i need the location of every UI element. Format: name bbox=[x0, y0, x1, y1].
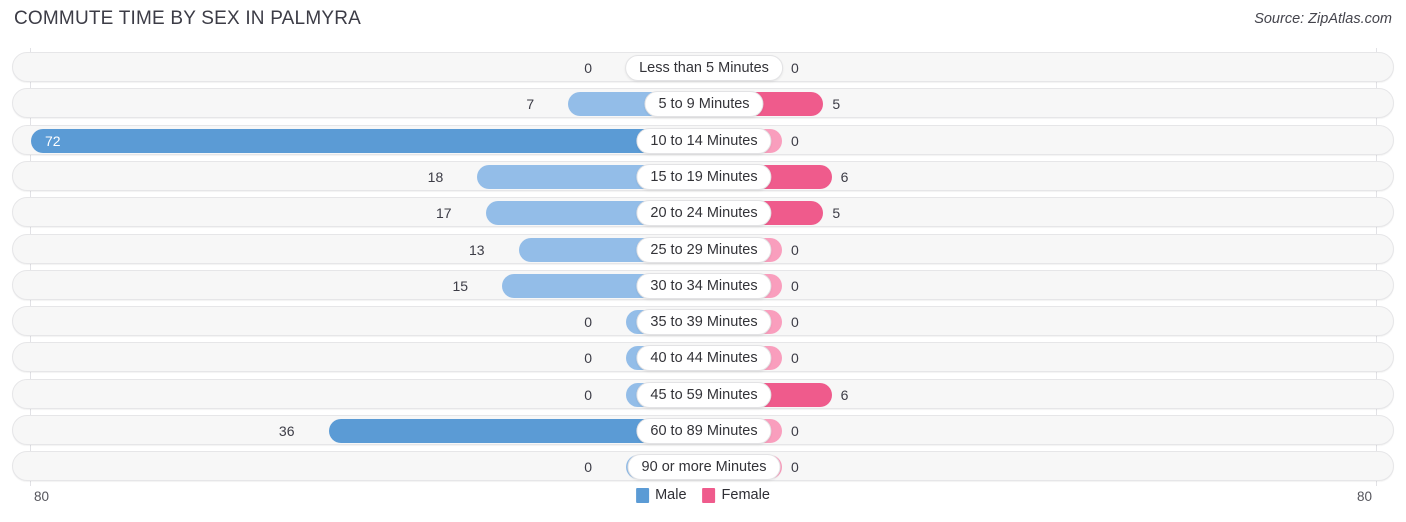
legend-swatch-icon bbox=[636, 487, 650, 503]
chart-row: 0 0 40 to 44 Minutes bbox=[12, 342, 1394, 373]
value-label-male: 0 bbox=[584, 60, 592, 76]
axis-label-right: 80 bbox=[1356, 489, 1372, 504]
source-attribution: Source: ZipAtlas.com bbox=[1254, 11, 1392, 27]
value-label-female: 0 bbox=[791, 423, 799, 439]
value-label-female: 0 bbox=[791, 314, 799, 331]
category-label: 60 to 89 Minutes bbox=[636, 418, 772, 444]
value-label-male: 13 bbox=[469, 241, 485, 258]
value-label-female: 0 bbox=[791, 459, 799, 476]
value-label-male: 0 bbox=[584, 314, 592, 331]
chart-row: 0 0 35 to 39 Minutes bbox=[12, 306, 1394, 337]
category-label: 90 or more Minutes bbox=[627, 454, 781, 481]
chart-row: 13 0 25 to 29 Minutes bbox=[12, 233, 1394, 264]
chart-row: 18 6 15 to 19 Minutes bbox=[12, 160, 1394, 191]
value-label-male: 0 bbox=[584, 459, 592, 476]
category-label: 40 to 44 Minutes bbox=[636, 345, 772, 372]
chart-row: 0 0 90 or more Minutes bbox=[12, 451, 1394, 482]
category-label: 15 to 19 Minutes bbox=[636, 163, 772, 190]
value-label-male: 15 bbox=[452, 277, 469, 294]
category-label: 5 to 9 Minutes bbox=[644, 91, 764, 118]
category-label: Less than 5 Minutes bbox=[625, 55, 783, 81]
value-label-male: 0 bbox=[584, 350, 592, 367]
chart-row: 72 0 10 to 14 Minutes bbox=[12, 124, 1394, 155]
category-label: 35 to 39 Minutes bbox=[636, 309, 772, 336]
value-label-male: 36 bbox=[278, 423, 295, 439]
legend-swatch-icon bbox=[702, 487, 716, 503]
chart-legend: Male Female bbox=[636, 487, 770, 503]
chart-row: 15 0 30 to 34 Minutes bbox=[12, 269, 1394, 300]
value-label-female: 5 bbox=[832, 96, 841, 113]
legend-label: Male bbox=[655, 487, 687, 503]
value-label-male: 72 bbox=[45, 132, 61, 149]
value-label-female: 6 bbox=[840, 168, 849, 185]
value-label-male: 18 bbox=[427, 168, 444, 185]
legend-label: Female bbox=[721, 487, 770, 503]
category-label: 10 to 14 Minutes bbox=[636, 127, 772, 154]
value-label-female: 0 bbox=[791, 60, 799, 76]
value-label-male: 7 bbox=[526, 96, 535, 113]
legend-item-female[interactable]: Female bbox=[702, 487, 770, 503]
chart-row: 7 5 5 to 9 Minutes bbox=[12, 88, 1394, 119]
page-title: COMMUTE TIME BY SEX IN PALMYRA bbox=[14, 8, 362, 29]
value-label-female: 6 bbox=[840, 386, 849, 403]
legend-item-male[interactable]: Male bbox=[636, 487, 687, 503]
value-label-female: 0 bbox=[791, 277, 799, 294]
value-label-male: 0 bbox=[584, 386, 592, 403]
category-label: 45 to 59 Minutes bbox=[636, 381, 772, 408]
chart-row: 0 6 45 to 59 Minutes bbox=[12, 378, 1394, 409]
value-label-female: 5 bbox=[832, 205, 841, 222]
category-label: 20 to 24 Minutes bbox=[636, 200, 772, 227]
chart-row: 0 0 Less than 5 Minutes bbox=[12, 52, 1394, 82]
bar-male bbox=[31, 128, 704, 153]
chart-row: 17 5 20 to 24 Minutes bbox=[12, 197, 1394, 228]
chart-row: 36 0 60 to 89 Minutes bbox=[12, 415, 1394, 445]
value-label-female: 0 bbox=[791, 241, 799, 258]
axis-label-left: 80 bbox=[34, 489, 50, 504]
plot-area: 0 0 Less than 5 Minutes 7 5 5 to 9 Minutes 72 0… bbox=[0, 48, 1406, 486]
value-label-female: 0 bbox=[791, 350, 799, 367]
category-label: 25 to 29 Minutes bbox=[636, 236, 772, 263]
value-label-female: 0 bbox=[791, 132, 799, 149]
commute-time-chart: COMMUTE TIME BY SEX IN PALMYRA Source: Z… bbox=[0, 0, 1406, 522]
category-label: 30 to 34 Minutes bbox=[636, 272, 772, 299]
value-label-male: 17 bbox=[435, 205, 452, 222]
